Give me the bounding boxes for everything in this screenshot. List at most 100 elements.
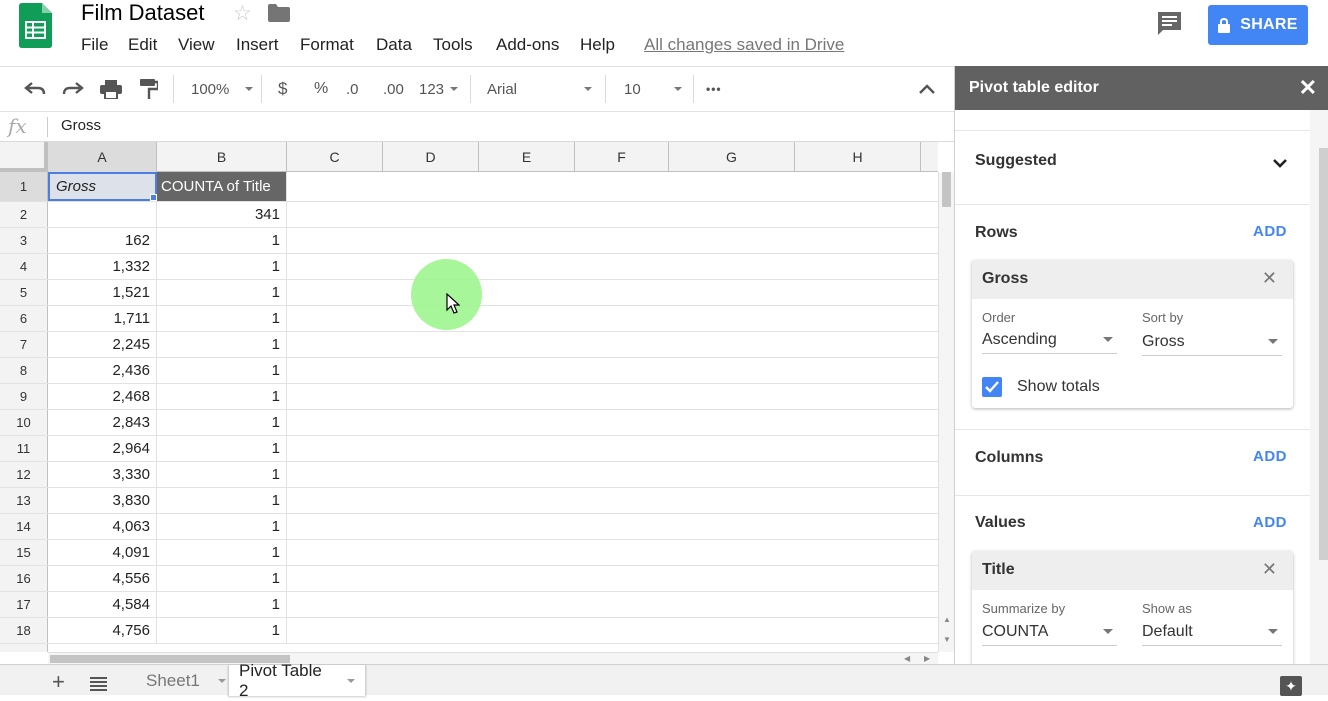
cell-a[interactable]: 3,830 [48, 488, 157, 513]
cell-a[interactable]: 1,521 [48, 280, 157, 305]
panel-scrollbar[interactable] [1310, 110, 1328, 664]
show-totals-row[interactable]: Show totals [972, 377, 1293, 399]
row-header[interactable]: 11 [0, 436, 48, 461]
cell-b1[interactable]: COUNTA of Title [157, 172, 287, 201]
select-all-corner[interactable] [0, 142, 48, 172]
show-as-select[interactable]: Default [1142, 618, 1282, 646]
scroll-left-icon[interactable]: ◀ [904, 654, 910, 663]
cell-b[interactable]: 1 [157, 514, 287, 539]
column-header-f[interactable]: F [575, 142, 669, 172]
column-header-g[interactable]: G [669, 142, 795, 172]
share-button[interactable]: SHARE [1208, 5, 1308, 45]
row-header[interactable]: 1 [0, 172, 48, 201]
font-size-select[interactable]: 10 [624, 67, 682, 111]
menu-insert[interactable]: Insert [236, 35, 279, 55]
add-column-button[interactable]: ADD [1253, 448, 1287, 465]
undo-icon[interactable] [24, 67, 46, 111]
column-header-h[interactable]: H [795, 142, 921, 172]
scroll-down-icon[interactable]: ▼ [943, 635, 951, 644]
row-header[interactable]: 9 [0, 384, 48, 409]
sheet-tab-pivot-table-2[interactable]: Pivot Table 2 [228, 661, 366, 700]
remove-row-field-icon[interactable]: ✕ [1262, 268, 1277, 289]
row-header[interactable]: 17 [0, 592, 48, 617]
row-header[interactable]: 13 [0, 488, 48, 513]
chevron-down-icon[interactable] [347, 678, 355, 683]
row-header[interactable]: 5 [0, 280, 48, 305]
cell-a[interactable]: 4,091 [48, 540, 157, 565]
menu-addons[interactable]: Add-ons [496, 35, 559, 55]
row-header[interactable] [0, 644, 48, 652]
collapse-toolbar-icon[interactable] [918, 67, 936, 111]
cell-a[interactable]: 2,843 [48, 410, 157, 435]
cell-b[interactable]: 1 [157, 436, 287, 461]
explore-icon[interactable]: ✦ [1280, 676, 1302, 696]
add-value-button[interactable]: ADD [1253, 514, 1287, 531]
menu-view[interactable]: View [178, 35, 215, 55]
order-select[interactable]: Ascending [982, 326, 1117, 354]
cell-b[interactable]: 341 [157, 202, 287, 227]
add-row-button[interactable]: ADD [1253, 223, 1287, 240]
increase-decimal-button[interactable]: .00 [383, 67, 404, 111]
row-header[interactable]: 4 [0, 254, 48, 279]
cell-a[interactable]: 1,332 [48, 254, 157, 279]
row-header[interactable]: 10 [0, 410, 48, 435]
vertical-scrollbar[interactable]: ▲ ▼ [938, 172, 954, 652]
cell-a[interactable]: 2,468 [48, 384, 157, 409]
column-header-e[interactable]: E [479, 142, 575, 172]
cell-a[interactable]: 1,711 [48, 306, 157, 331]
comment-icon[interactable] [1156, 10, 1183, 37]
zoom-select[interactable]: 100% [191, 67, 254, 111]
horizontal-scrollbar[interactable]: ◀ ▶ [48, 652, 938, 664]
cell-b[interactable]: 1 [157, 566, 287, 591]
column-header-a[interactable]: A [48, 142, 157, 172]
decrease-decimal-button[interactable]: .0 [346, 67, 359, 111]
cell-a1[interactable]: Gross [48, 172, 157, 201]
print-icon[interactable] [100, 67, 122, 111]
sort-by-select[interactable]: Gross [1142, 328, 1282, 356]
paint-format-icon[interactable] [140, 67, 158, 111]
row-header[interactable]: 7 [0, 332, 48, 357]
cell-b[interactable]: 1 [157, 384, 287, 409]
cell-b[interactable]: 1 [157, 228, 287, 253]
menu-tools[interactable]: Tools [433, 35, 473, 55]
row-header[interactable]: 16 [0, 566, 48, 591]
remove-value-field-icon[interactable]: ✕ [1262, 559, 1277, 580]
cell-a[interactable]: 4,756 [48, 618, 157, 643]
panel-scroll-thumb[interactable] [1319, 148, 1328, 560]
cell-b[interactable]: 1 [157, 540, 287, 565]
percent-format-button[interactable]: % [314, 67, 328, 111]
all-sheets-icon[interactable] [90, 677, 107, 691]
chevron-down-icon[interactable] [1272, 158, 1288, 168]
scroll-up-icon[interactable]: ▲ [943, 615, 951, 624]
row-header[interactable]: 6 [0, 306, 48, 331]
vertical-scroll-thumb[interactable] [942, 172, 951, 207]
cell-b[interactable]: 1 [157, 332, 287, 357]
document-title[interactable]: Film Dataset [81, 0, 204, 26]
column-header-d[interactable]: D [383, 142, 479, 172]
more-formats-select[interactable]: 123 [419, 67, 459, 111]
menu-edit[interactable]: Edit [128, 35, 157, 55]
summarize-by-select[interactable]: COUNTA [982, 618, 1117, 646]
suggested-label[interactable]: Suggested [975, 152, 1057, 170]
currency-format-button[interactable]: $ [278, 67, 287, 111]
cell-a[interactable]: 4,584 [48, 592, 157, 617]
cell-b[interactable]: 1 [157, 358, 287, 383]
font-family-select[interactable]: Arial [487, 67, 592, 111]
more-icon[interactable]: ••• [706, 67, 722, 111]
star-icon[interactable]: ☆ [233, 1, 252, 26]
cell-a[interactable] [48, 202, 157, 227]
cell-b[interactable]: 1 [157, 254, 287, 279]
row-header[interactable]: 12 [0, 462, 48, 487]
cell-b[interactable]: 1 [157, 592, 287, 617]
cell-a[interactable]: 4,556 [48, 566, 157, 591]
menu-data[interactable]: Data [376, 35, 412, 55]
fill-handle[interactable] [150, 194, 157, 201]
menu-file[interactable]: File [81, 35, 108, 55]
close-icon[interactable]: ✕ [1299, 75, 1317, 101]
cell-b[interactable]: 1 [157, 488, 287, 513]
sheets-logo-icon[interactable] [19, 3, 52, 48]
redo-icon[interactable] [62, 67, 84, 111]
cell-a[interactable]: 4,063 [48, 514, 157, 539]
cell-b[interactable]: 1 [157, 462, 287, 487]
scroll-right-icon[interactable]: ▶ [924, 654, 930, 663]
